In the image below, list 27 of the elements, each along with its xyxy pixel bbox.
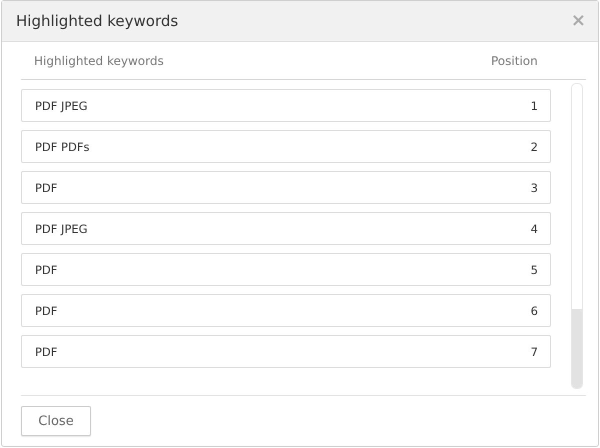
position-text: 4 — [530, 222, 538, 236]
keyword-row[interactable]: PDF 7 — [21, 335, 551, 368]
keyword-row[interactable]: PDF 6 — [21, 294, 551, 327]
column-header: Position — [491, 54, 539, 68]
scrollbar-thumb[interactable] — [572, 308, 582, 388]
dialog-title: Highlighted keywords — [16, 12, 178, 30]
keyword-text: PDF PDFs — [35, 140, 90, 154]
keyword-text: PDF JPEG — [35, 222, 88, 236]
position-text: 3 — [530, 180, 538, 194]
keyword-text: PDF JPEG — [35, 98, 88, 112]
keyword-row[interactable]: PDF JPEG 1 — [21, 89, 551, 122]
position-text: 7 — [530, 344, 538, 358]
keyword-text: PDF — [35, 344, 58, 358]
keyword-row[interactable]: PDF PDFs 2 — [21, 130, 551, 163]
keyword-row[interactable]: PDF 5 — [21, 253, 551, 286]
close-button[interactable]: Close — [21, 406, 91, 436]
keyword-text: PDF — [35, 304, 58, 318]
keyword-text: PDF — [35, 180, 58, 194]
scrollbar[interactable] — [571, 83, 583, 389]
keyword-row[interactable]: PDF JPEG 4 — [21, 212, 551, 245]
position-text: 6 — [530, 304, 538, 318]
keyword-row[interactable]: PDF 3 — [21, 171, 551, 204]
column-header: Highlighted keywords — [34, 54, 165, 68]
keyword-text: PDF — [35, 262, 58, 276]
position-text: 5 — [530, 262, 538, 276]
position-text: 2 — [530, 140, 538, 154]
position-text: 1 — [530, 98, 538, 112]
